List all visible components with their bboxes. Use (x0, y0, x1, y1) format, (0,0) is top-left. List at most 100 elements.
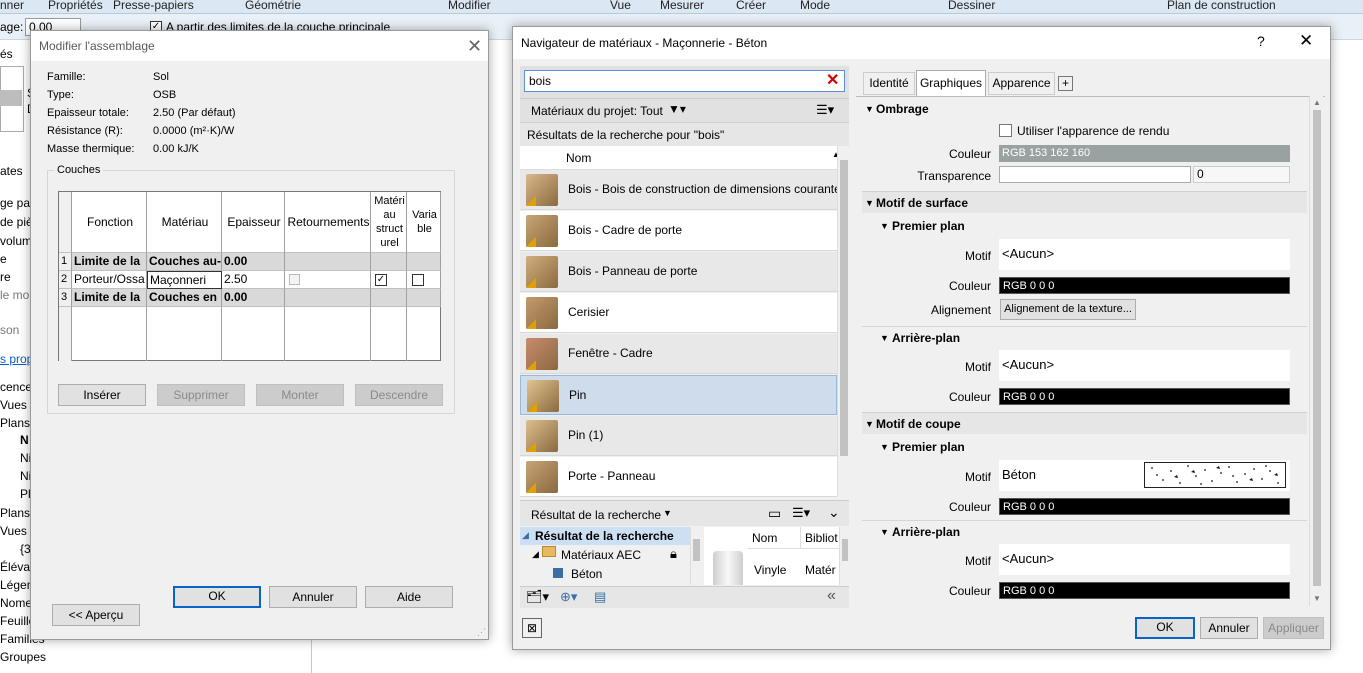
ribbon-tab[interactable]: Plan de construction (1167, 0, 1276, 12)
ribbon-tab[interactable]: nner (0, 0, 24, 12)
wraps-checkbox[interactable] (289, 274, 300, 285)
subsection-cut-foreground[interactable]: ▼ Premier plan (862, 436, 1307, 458)
collapse-triangle-icon[interactable]: ▼ (865, 192, 874, 214)
cell-variable[interactable] (407, 289, 441, 307)
material-row[interactable]: Bois - Bois de construction de dimension… (520, 170, 841, 210)
clear-search-icon[interactable]: ✕ (826, 70, 839, 90)
tab-appearance[interactable]: Apparence (988, 72, 1055, 95)
cell-epaisseur[interactable]: 0.00 (222, 253, 285, 271)
cell-variable[interactable] (407, 271, 441, 289)
cell-structural[interactable] (371, 253, 407, 271)
library-root[interactable]: ◢ Résultat de la recherche (520, 527, 701, 545)
scrollbar-thumb[interactable] (1313, 110, 1321, 586)
lib-col-bib[interactable]: Bibliot (801, 527, 843, 549)
tree-item[interactable]: Élévat (0, 560, 33, 574)
section-cut-pattern[interactable]: ▼ Motif de coupe (862, 412, 1307, 434)
material-row[interactable]: Pin (1) (520, 416, 837, 456)
cell-materiau[interactable]: Couches en (147, 289, 222, 307)
subsection-surface-foreground[interactable]: ▼ Premier plan (862, 215, 1307, 237)
move-down-button[interactable]: Descendre (355, 384, 443, 406)
help-icon[interactable]: ? (1257, 33, 1265, 49)
ribbon-tab[interactable]: Propriétés (48, 0, 103, 12)
tree-item[interactable]: Groupes (0, 650, 46, 664)
preview-button[interactable]: << Aperçu (52, 604, 140, 626)
scrollbar-thumb[interactable] (842, 539, 848, 561)
ok-button[interactable]: OK (173, 586, 261, 608)
cancel-button[interactable]: Annuler (269, 586, 357, 608)
material-row[interactable]: Bois - Cadre de porte (520, 211, 837, 251)
tree-item[interactable]: Plans (0, 506, 30, 520)
use-render-checkbox[interactable] (999, 124, 1012, 137)
library-tree-scrollbar[interactable] (690, 527, 701, 585)
tree-item[interactable]: N (20, 433, 29, 447)
library-content-scrollbar[interactable] (839, 527, 849, 585)
cell-materiau[interactable]: Couches au- (147, 253, 222, 271)
cut-bg-pattern[interactable]: <Aucun> (999, 544, 1290, 575)
ok-button[interactable]: OK (1135, 617, 1195, 639)
material-row[interactable]: Fenêtre - Cadre (520, 334, 837, 374)
transparency-slider[interactable] (999, 166, 1191, 183)
cut-fg-color[interactable]: RGB 0 0 0 (999, 498, 1290, 515)
section-shading[interactable]: ▼ Ombrage (862, 98, 1307, 120)
material-row[interactable]: Porte - Panneau (520, 457, 837, 497)
surface-fg-pattern[interactable]: <Aucun> (999, 239, 1290, 270)
material-editor-icon[interactable]: ⊠ (522, 618, 542, 638)
library-manage-icon[interactable]: 🗂︎▾ (526, 589, 549, 605)
collapse-icon[interactable]: ⌄ (828, 504, 840, 521)
material-row-selected[interactable]: Pin (520, 375, 837, 415)
lib-row-name[interactable]: Vinyle (754, 563, 786, 577)
list-view-icon[interactable]: ☰▾ (816, 102, 834, 118)
help-button[interactable]: Aide (365, 586, 453, 608)
cut-bg-color[interactable]: RGB 0 0 0 (999, 582, 1290, 599)
cell-variable[interactable] (407, 253, 441, 271)
cell-retournements[interactable] (285, 253, 371, 271)
scroll-down-icon[interactable]: ▼ (1313, 594, 1321, 603)
texture-alignment-button[interactable]: Alignement de la texture... (1000, 299, 1136, 320)
variable-checkbox[interactable] (412, 274, 424, 286)
cell-fonction[interactable]: Limite de la (72, 253, 147, 271)
create-material-icon[interactable]: ⊕▾ (560, 589, 577, 605)
expand-icon[interactable]: ◢ (532, 549, 539, 560)
cell-epaisseur[interactable]: 2.50 (222, 271, 285, 289)
close-icon[interactable]: ✕ (467, 36, 482, 57)
insert-button[interactable]: Insérer (58, 384, 146, 406)
cell-fonction[interactable]: Limite de la (72, 289, 147, 307)
tab-identity[interactable]: Identité (863, 72, 915, 95)
filter-icon[interactable]: ▼▾ (668, 102, 686, 116)
cut-fg-pattern[interactable]: Béton (999, 460, 1290, 491)
shading-color-swatch[interactable]: RGB 153 162 160 (999, 145, 1290, 162)
tab-graphics[interactable]: Graphiques (916, 70, 986, 97)
ribbon-tab[interactable]: Mode (800, 0, 830, 12)
cell-epaisseur[interactable]: 0.00 (222, 289, 285, 307)
apply-button[interactable]: Appliquer (1263, 617, 1324, 639)
expand-icon[interactable]: ◢ (522, 530, 529, 541)
move-up-button[interactable]: Monter (256, 384, 344, 406)
surface-bg-pattern[interactable]: <Aucun> (999, 350, 1290, 381)
ribbon-tab[interactable]: Modifier (448, 0, 491, 12)
library-folder-label[interactable]: Matériaux AEC (561, 548, 641, 562)
collapse-triangle-icon[interactable]: ▼ (880, 327, 889, 349)
structural-checkbox[interactable]: ✓ (375, 274, 387, 286)
library-item-label[interactable]: Béton (571, 567, 602, 581)
cell-materiau-selected[interactable]: Maçonneri (147, 271, 222, 289)
cell-structural[interactable] (371, 289, 407, 307)
collapse-pane-icon[interactable]: « (827, 587, 836, 605)
cell-fonction[interactable]: Porteur/Ossa (72, 271, 147, 289)
resize-grip-icon[interactable]: ⋰ (477, 627, 486, 638)
surface-bg-color[interactable]: RGB 0 0 0 (999, 388, 1290, 405)
collapse-triangle-icon[interactable]: ▼ (865, 413, 874, 435)
search-input[interactable]: bois (524, 70, 845, 92)
tree-item[interactable]: Plans (0, 416, 30, 430)
panel-toggle-icon[interactable]: ▭ (768, 505, 781, 522)
chevron-down-icon[interactable]: ▼ (663, 508, 672, 518)
properties-scrollbar[interactable]: ▲ ▼ (1309, 96, 1323, 606)
surface-fg-color[interactable]: RGB 0 0 0 (999, 277, 1290, 294)
lib-row-bib[interactable]: Matér (805, 563, 843, 577)
cell-retournements[interactable] (285, 271, 371, 289)
add-tab-button[interactable]: + (1058, 76, 1073, 91)
cancel-button[interactable]: Annuler (1200, 617, 1258, 639)
transparency-input[interactable]: 0 (1193, 166, 1290, 183)
cell-retournements[interactable] (285, 289, 371, 307)
ribbon-tab[interactable]: Mesurer (660, 0, 704, 12)
scrollbar-thumb[interactable] (693, 539, 700, 561)
